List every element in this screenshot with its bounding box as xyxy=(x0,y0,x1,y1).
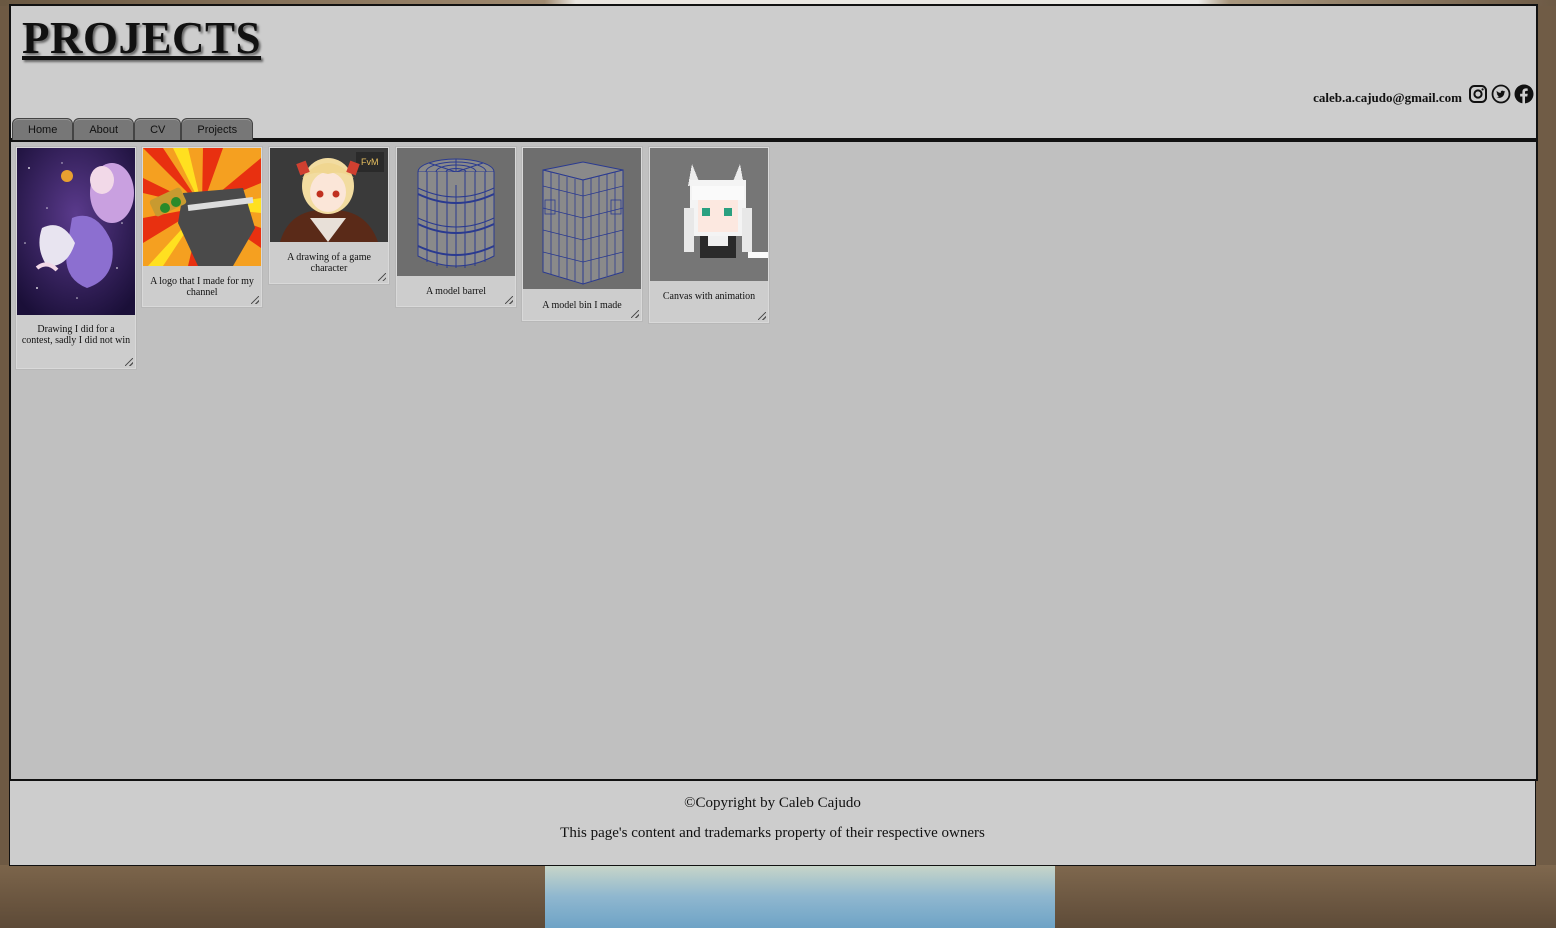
comic-logo xyxy=(143,148,261,266)
twitter-icon[interactable] xyxy=(1491,84,1511,104)
resize-grip[interactable] xyxy=(631,310,639,318)
background-rock-left xyxy=(0,865,545,928)
site-header: PROJECTS caleb.a.cajudo@gmail.com Home A… xyxy=(9,4,1538,142)
resize-grip[interactable] xyxy=(251,296,259,304)
resize-grip[interactable] xyxy=(505,296,513,304)
bin-wireframe xyxy=(523,148,641,289)
card-caption: A model bin I made xyxy=(542,300,622,311)
resize-grip[interactable] xyxy=(125,358,133,366)
purple-haired-girl-drawing xyxy=(17,148,135,315)
barrel-wireframe xyxy=(397,148,515,276)
card-caption: A logo that I made for my channel xyxy=(150,276,254,298)
gallery-card[interactable]: Canvas with animation xyxy=(649,147,769,323)
copyright-text: ©Copyright by Caleb Cajudo xyxy=(684,795,861,811)
card-caption: A drawing of a game character xyxy=(287,252,371,274)
nav-about[interactable]: About xyxy=(73,118,135,142)
resize-grip[interactable] xyxy=(758,312,766,320)
nav-projects[interactable]: Projects xyxy=(181,118,254,142)
card-caption: Drawing I did for a contest, sadly I did… xyxy=(21,324,131,346)
page-title: PROJECTS xyxy=(22,13,262,63)
main-nav: Home About CV Projects xyxy=(12,118,254,142)
svg-text:FvM: FvM xyxy=(361,157,379,167)
instagram-icon[interactable] xyxy=(1468,84,1488,104)
resize-grip[interactable] xyxy=(378,273,386,281)
gallery-card[interactable]: A model bin I made xyxy=(522,147,642,321)
anime-character-drawing: FvM xyxy=(270,148,388,242)
site-footer: ©Copyright by Caleb Cajudo This page's c… xyxy=(9,780,1536,866)
facebook-icon[interactable] xyxy=(1514,84,1534,104)
gallery-card[interactable]: A logo that I made for my channel xyxy=(142,147,262,307)
contact-bar: caleb.a.cajudo@gmail.com xyxy=(1313,82,1534,106)
email-address: caleb.a.cajudo@gmail.com xyxy=(1313,90,1462,105)
nav-home[interactable]: Home xyxy=(12,118,74,142)
gallery-card[interactable]: A model barrel xyxy=(396,147,516,307)
background-rock-right xyxy=(1055,865,1556,928)
card-caption: Canvas with animation xyxy=(662,291,756,302)
nav-cv[interactable]: CV xyxy=(134,118,182,142)
pixel-fox-girl xyxy=(650,148,768,281)
trademark-notice: This page's content and trademarks prope… xyxy=(560,825,985,841)
card-caption: A model barrel xyxy=(426,286,486,297)
background-water xyxy=(545,865,1055,928)
gallery-card[interactable]: FvM A drawing of a game character xyxy=(269,147,389,284)
gallery-card[interactable]: Drawing I did for a contest, sadly I did… xyxy=(16,147,136,369)
project-gallery: Drawing I did for a contest, sadly I did… xyxy=(9,140,1538,781)
